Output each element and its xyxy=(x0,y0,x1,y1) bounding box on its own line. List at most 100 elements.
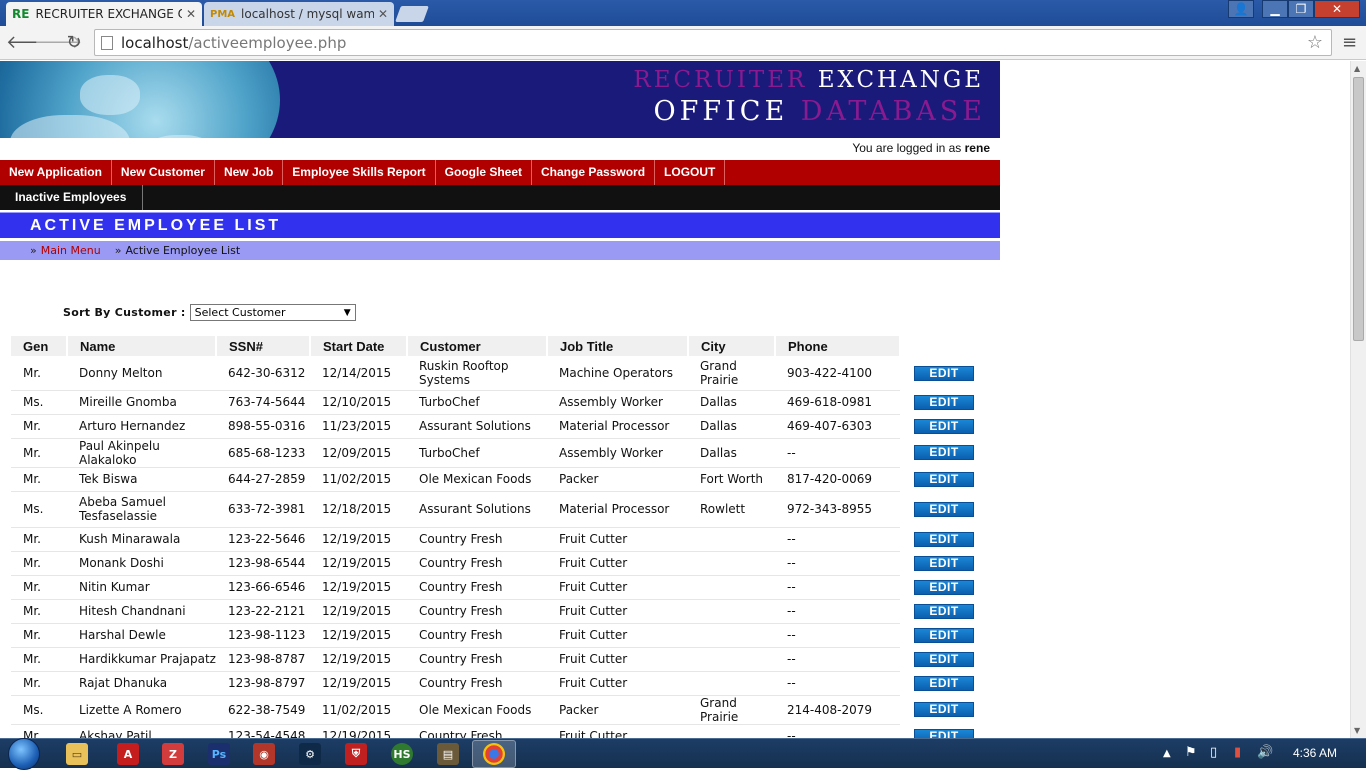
menu-item-logout[interactable]: LOGOUT xyxy=(655,160,726,185)
edit-button[interactable]: EDIT xyxy=(914,702,974,717)
new-tab-button[interactable] xyxy=(395,6,429,22)
browser-tab-phpmyadmin[interactable]: PMA localhost / mysql wampse ✕ xyxy=(204,2,394,26)
menu-item-new-job[interactable]: New Job xyxy=(215,160,284,185)
cell-start-date: 12/09/2015 xyxy=(310,438,407,468)
cell-name: Monank Doshi xyxy=(67,551,216,576)
cell-job-title: Material Processor xyxy=(547,491,688,528)
cell-job-title: Packer xyxy=(547,467,688,492)
cell-start-date: 12/19/2015 xyxy=(310,599,407,624)
bookmark-star-icon[interactable]: ☆ xyxy=(1307,32,1323,53)
menu-item-google-sheet[interactable]: Google Sheet xyxy=(436,160,533,185)
breadcrumb-main-menu-link[interactable]: Main Menu xyxy=(41,244,101,257)
table-row: Mr. Akshay Patil 123-54-4548 12/19/2015 Coun… xyxy=(11,724,980,738)
edit-button[interactable]: EDIT xyxy=(914,471,974,487)
edit-button[interactable]: EDIT xyxy=(914,365,974,381)
edit-button[interactable]: EDIT xyxy=(914,555,974,571)
url-path: /activeemployee.php xyxy=(188,33,347,52)
cell-name: Tek Biswa xyxy=(67,467,216,492)
tab-close-icon[interactable]: ✕ xyxy=(378,7,388,21)
address-bar[interactable]: localhost/activeemployee.php ☆ xyxy=(94,29,1332,56)
edit-button[interactable]: EDIT xyxy=(914,579,974,595)
browser-tab-recruiter[interactable]: RE RECRUITER EXCHANGE OF ✕ xyxy=(6,2,202,26)
edit-button[interactable]: EDIT xyxy=(914,627,974,643)
acrobat-icon[interactable]: A xyxy=(117,743,139,765)
table-row: Mr. Hitesh Chandnani 123-22-2121 12/19/2015… xyxy=(11,599,980,624)
chrome-menu-icon[interactable]: ≡ xyxy=(1342,32,1357,53)
user-profile-icon[interactable]: 👤 xyxy=(1228,0,1254,18)
cell-customer: Ole Mexican Foods xyxy=(407,467,547,492)
table-row: Mr. Rajat Dhanuka 123-98-8797 12/19/2015 Cou… xyxy=(11,671,980,696)
cell-gen: Mr. xyxy=(11,356,67,391)
taskbar-clock[interactable]: 4:36 AM xyxy=(1293,746,1337,760)
menu-item-new-application[interactable]: New Application xyxy=(0,160,112,185)
media-player-icon[interactable]: ▤ xyxy=(437,743,459,765)
cell-gen: Mr. xyxy=(11,414,67,439)
start-button[interactable] xyxy=(8,738,40,770)
filezilla-icon[interactable]: Z xyxy=(162,743,184,765)
edit-button[interactable]: EDIT xyxy=(914,603,974,619)
scroll-up-icon[interactable]: ▲ xyxy=(1354,64,1360,73)
edit-button[interactable]: EDIT xyxy=(914,445,974,460)
battery-icon[interactable]: ▯ xyxy=(1210,745,1217,760)
brand-line-1: RECRUITER EXCHANGE xyxy=(633,67,984,93)
hotspot-shield-icon[interactable]: HS xyxy=(391,743,413,765)
reload-icon[interactable]: ↻ xyxy=(63,32,85,53)
photoshop-icon[interactable]: Ps xyxy=(208,743,230,765)
edit-button[interactable]: EDIT xyxy=(914,728,974,738)
file-explorer-icon[interactable]: ▭ xyxy=(66,743,88,765)
cell-name: Lizette A Romero xyxy=(67,695,216,725)
cell-job-title: Fruit Cutter xyxy=(547,527,688,552)
cell-customer: Assurant Solutions xyxy=(407,491,547,528)
cell-city: Dallas xyxy=(688,438,775,468)
menu-item-change-password[interactable]: Change Password xyxy=(532,160,656,185)
scrollbar-thumb[interactable] xyxy=(1353,77,1364,341)
cell-customer: Country Fresh xyxy=(407,575,547,600)
cell-customer: TurboChef xyxy=(407,390,547,415)
minimize-button[interactable]: ▁ xyxy=(1262,0,1288,18)
cell-city xyxy=(688,551,775,576)
cell-city xyxy=(688,724,775,738)
volume-icon[interactable]: 🔊 xyxy=(1257,745,1273,760)
action-cell: EDIT xyxy=(900,647,980,671)
edit-button[interactable]: EDIT xyxy=(914,675,974,691)
cell-start-date: 12/10/2015 xyxy=(310,390,407,415)
show-hidden-icons-icon[interactable]: ▲ xyxy=(1163,748,1171,759)
cell-start-date: 12/14/2015 xyxy=(310,356,407,391)
breadcrumb-current: Active Employee List xyxy=(125,244,241,257)
maximize-button[interactable]: ❐ xyxy=(1288,0,1314,18)
menu-item-inactive-employees[interactable]: Inactive Employees xyxy=(0,185,144,210)
vertical-scrollbar[interactable]: ▲ ▼ xyxy=(1350,61,1366,738)
cell-ssn: 642-30-6312 xyxy=(216,356,310,391)
scroll-down-icon[interactable]: ▼ xyxy=(1354,726,1360,735)
cell-phone: 903-422-4100 xyxy=(775,356,900,391)
menu-item-employee-skills-report[interactable]: Employee Skills Report xyxy=(283,160,436,185)
close-window-button[interactable]: ✕ xyxy=(1314,0,1360,18)
edit-button[interactable]: EDIT xyxy=(914,531,974,547)
firefox-icon[interactable]: ◉ xyxy=(253,743,275,765)
windows-taskbar: ▭ A Z Ps ◉ ⚙ ⛨ HS ▤ ▲ ⚑ ▯ ▮ 🔊 4:36 AM xyxy=(0,738,1366,770)
edit-button[interactable]: EDIT xyxy=(914,501,974,517)
cell-gen: Mr. xyxy=(11,551,67,576)
cell-start-date: 12/19/2015 xyxy=(310,575,407,600)
tab-close-icon[interactable]: ✕ xyxy=(186,7,196,21)
page-icon xyxy=(101,35,113,50)
steam-icon[interactable]: ⚙ xyxy=(299,743,321,765)
action-cell: EDIT xyxy=(900,599,980,623)
action-cell: EDIT xyxy=(900,671,980,695)
cell-gen: Mr. xyxy=(11,724,67,738)
forward-arrow-icon[interactable]: 🡒 xyxy=(34,32,82,53)
back-arrow-icon[interactable]: 🡐 xyxy=(6,32,54,53)
edit-button[interactable]: EDIT xyxy=(914,651,974,667)
cell-name: Nitin Kumar xyxy=(67,575,216,600)
menu-item-new-customer[interactable]: New Customer xyxy=(112,160,215,185)
edit-button[interactable]: EDIT xyxy=(914,418,974,434)
edit-button[interactable]: EDIT xyxy=(914,394,974,410)
network-signal-icon[interactable]: ▮ xyxy=(1234,745,1241,760)
action-cell: EDIT xyxy=(900,438,980,467)
antivirus-shield-icon[interactable]: ⛨ xyxy=(345,743,367,765)
action-center-flag-icon[interactable]: ⚑ xyxy=(1185,745,1197,760)
table-row: Mr. Donny Melton 642-30-6312 12/14/2015 Rusk… xyxy=(11,356,980,391)
customer-select[interactable]: Select Customer ▼ xyxy=(189,304,356,321)
cell-ssn: 123-22-2121 xyxy=(216,599,310,624)
sub-menu: Inactive Employees xyxy=(0,185,1000,210)
